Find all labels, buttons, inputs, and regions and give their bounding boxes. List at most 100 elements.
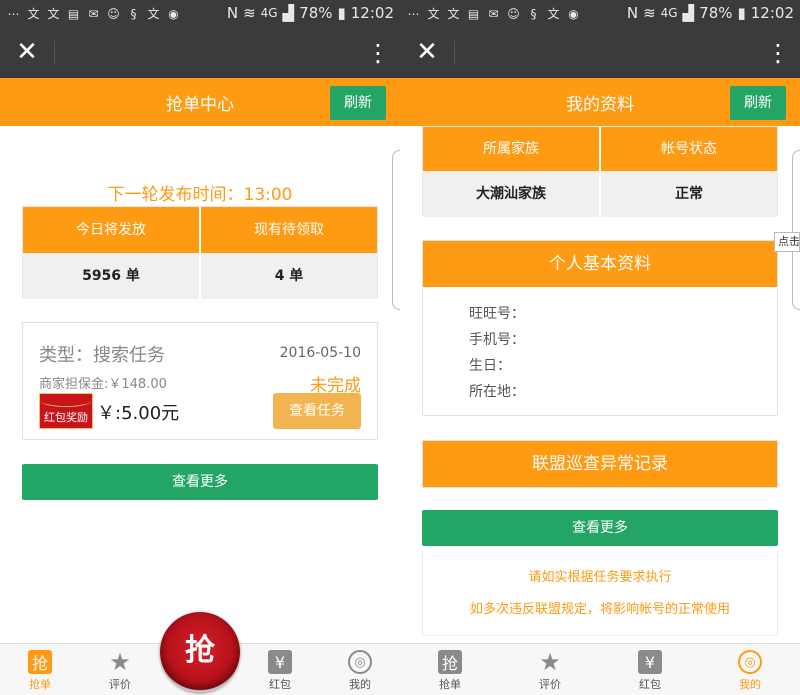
grab-icon: 抢 (438, 650, 462, 674)
wifi-icon: ≋ (243, 4, 256, 22)
notice-line: 如多次违反联盟规定，将影响帐号的正常使用 (469, 602, 730, 617)
notification-icons: ⋯ 文 文 ▤ ✉ ☺ § 文 ◉ (406, 6, 581, 22)
grab-icon: 抢 (28, 650, 52, 674)
star-icon: ★ (109, 648, 131, 676)
notice-line: 请如实根据任务要求执行 (528, 570, 672, 585)
signal-icon: ▟ (682, 4, 695, 22)
text-icon: 文 (27, 7, 40, 21)
refresh-button[interactable]: 刷新 (730, 86, 786, 120)
wangwang-field: 旺旺号： (469, 306, 525, 322)
nfc-icon: N (626, 4, 639, 22)
stats-values: 5956 单 4 单 (23, 253, 377, 299)
redpacket-icon: ¥ (268, 650, 292, 674)
side-tooltip[interactable]: 点击 (774, 232, 800, 252)
account-status: 正常 (599, 171, 777, 217)
user-icon: ◎ (348, 650, 372, 674)
text-icon: 文 (147, 7, 160, 21)
alliance-record-card: 联盟巡查异常记录 (422, 440, 778, 488)
clock: 12:02 (350, 4, 394, 22)
task-date: 2016-05-10 (279, 345, 361, 361)
user-icon: ◎ (738, 650, 762, 674)
account-status-header: 帐号状态 (599, 127, 777, 171)
notice-box: 请如实根据任务要求执行 如多次违反联盟规定，将影响帐号的正常使用 (422, 548, 778, 636)
side-panel-handle[interactable] (792, 150, 800, 310)
system-status: N ≋ 4G ▟ 78% ▮ 12:02 (627, 4, 794, 22)
tab-grab[interactable]: 抢 抢单 (0, 644, 80, 695)
nav-divider (454, 41, 455, 65)
nav-bar: ✕ ⋮ (400, 28, 800, 78)
birthday-field: 生日： (469, 358, 511, 374)
profile-title: 个人基本资料 (423, 241, 777, 287)
close-icon[interactable]: ✕ (14, 38, 40, 66)
side-panel-handle[interactable] (392, 150, 400, 310)
text-icon: 文 (427, 7, 440, 21)
battery-icon: ▮ (337, 4, 346, 22)
wifi-icon: ≋ (643, 4, 656, 22)
battery-percent: 78% (699, 4, 733, 22)
stat-value-pending: 4 单 (199, 253, 377, 299)
page-header: 我的资料 刷新 (400, 78, 800, 126)
stats-header: 今日将发放 现有待领取 (23, 207, 377, 253)
stat-value-today: 5956 单 (82, 268, 140, 284)
tab-label: 红包 (269, 678, 291, 691)
tab-mine[interactable]: ◎ 我的 (320, 644, 400, 695)
sohu-icon: ⋯ (7, 6, 20, 21)
page-header: 抢单中心 刷新 (0, 78, 400, 126)
battery-icon: ▮ (737, 4, 746, 22)
tab-redpacket[interactable]: ¥ 红包 (600, 644, 700, 695)
tab-review[interactable]: ★ 评价 (500, 644, 600, 695)
tab-redpacket[interactable]: ¥ 红包 (240, 644, 320, 695)
network-type: 4G (660, 6, 678, 20)
tab-grab[interactable]: 抢 抢单 (400, 644, 500, 695)
view-more-button[interactable]: 查看更多 (22, 464, 378, 500)
view-task-button[interactable]: 查看任务 (273, 393, 361, 429)
clock: 12:02 (750, 4, 794, 22)
screen-my-profile: ⋯ 文 文 ▤ ✉ ☺ § 文 ◉ N ≋ 4G ▟ 78% ▮ 12:02 ✕… (400, 0, 800, 695)
more-options-icon[interactable]: ⋮ (766, 38, 790, 68)
chat-icon: ☺ (507, 6, 520, 21)
tab-mine[interactable]: ◎ 我的 (700, 644, 800, 695)
task-deposit: 商家担保金:￥148.00 (39, 377, 167, 392)
text-icon: 文 (447, 7, 460, 21)
alliance-title: 联盟巡查异常记录 (423, 441, 777, 487)
sohu-icon: ⋯ (407, 6, 420, 21)
stat-header-pending: 现有待领取 (199, 207, 377, 253)
nav-divider (54, 41, 55, 65)
status-bar: ⋯ 文 文 ▤ ✉ ☺ § 文 ◉ N ≋ 4G ▟ 78% ▮ 12:02 (0, 0, 400, 28)
tab-label: 评价 (109, 678, 131, 691)
chat-icon: ☺ (107, 6, 120, 21)
phone-field: 手机号： (469, 332, 525, 348)
notification-icons: ⋯ 文 文 ▤ ✉ ☺ § 文 ◉ (6, 6, 181, 22)
stock-icon: § (130, 6, 137, 21)
camera-icon: ◉ (168, 6, 179, 21)
close-icon[interactable]: ✕ (414, 38, 440, 66)
tab-bar: 抢 抢单 ★ 评价 ¥ 红包 ◎ 我的 (400, 643, 800, 695)
redpacket-reward-icon: 红包奖励 (39, 393, 93, 429)
battery-percent: 78% (299, 4, 333, 22)
mail-icon: ✉ (488, 6, 499, 21)
nfc-icon: N (226, 4, 239, 22)
order-stats-table: 今日将发放 现有待领取 5956 单 4 单 (22, 206, 378, 299)
tab-review[interactable]: ★ 评价 (80, 644, 160, 695)
tab-label: 红包 (639, 678, 661, 691)
status-bar: ⋯ 文 文 ▤ ✉ ☺ § 文 ◉ N ≋ 4G ▟ 78% ▮ 12:02 (400, 0, 800, 28)
stock-icon: § (530, 6, 537, 21)
refresh-button[interactable]: 刷新 (330, 86, 386, 120)
more-options-icon[interactable]: ⋮ (366, 38, 390, 68)
stat-header-today: 今日将发放 (76, 222, 146, 238)
news-icon: ▤ (467, 6, 480, 21)
view-more-button[interactable]: 查看更多 (422, 510, 778, 546)
family-header-label: 所属家族 (483, 141, 539, 157)
tab-label: 抢单 (439, 678, 461, 691)
location-field: 所在地： (469, 384, 525, 400)
next-round-time: 下一轮发布时间：13:00 (107, 185, 293, 205)
tab-label: 抢单 (29, 678, 51, 691)
camera-icon: ◉ (568, 6, 579, 21)
task-card: 类型：搜索任务 2016-05-10 商家担保金:￥148.00 未完成 红包奖… (22, 322, 378, 440)
family-values: 大潮汕家族 正常 (423, 171, 777, 217)
grab-order-button[interactable]: 抢 (160, 612, 240, 692)
network-type: 4G (260, 6, 278, 20)
text-icon: 文 (47, 7, 60, 21)
star-icon: ★ (539, 648, 561, 676)
nav-bar: ✕ ⋮ (0, 28, 400, 78)
